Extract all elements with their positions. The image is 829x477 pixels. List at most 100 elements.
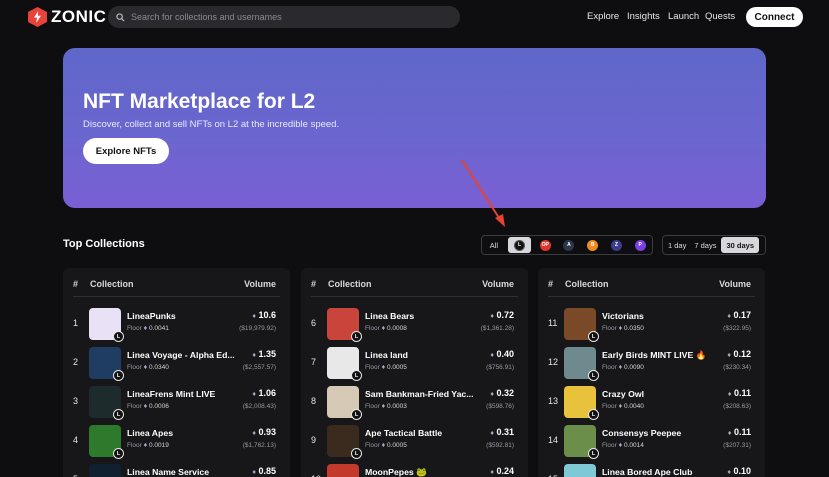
collection-name[interactable]: Linea land: [365, 350, 477, 360]
collection-volume-usd: ($1,762.13): [242, 442, 276, 449]
eth-icon: ♦: [618, 364, 623, 371]
linea-icon: L: [588, 448, 599, 459]
volume-header[interactable]: Volume: [719, 279, 751, 289]
nav-launch[interactable]: Launch: [668, 11, 699, 22]
collection-name[interactable]: Linea Bears: [365, 311, 477, 321]
collection-name[interactable]: Early Birds MINT LIVE 🔥: [602, 350, 714, 361]
collection-rank: 8: [311, 396, 317, 406]
collection-rank: 7: [311, 357, 317, 367]
collection-row[interactable]: 4 L Linea Apes Floor ♦ 0.0019 ♦ 0.93 ($1,762.…: [73, 423, 280, 459]
eth-icon: ♦: [618, 403, 623, 410]
polygon-zkevm-icon: P: [634, 239, 646, 251]
collection-thumbnail[interactable]: [327, 464, 359, 477]
collection-floor: Floor ♦ 0.0041: [127, 325, 169, 332]
chain-filter-linea[interactable]: L: [507, 237, 532, 253]
collection-row[interactable]: 14 L Consensys Peepee Floor ♦ 0.0014 ♦ 0.11 (…: [548, 423, 755, 459]
collection-floor: Floor ♦ 0.0090: [602, 364, 644, 371]
collection-volume: ♦ 10.6: [252, 310, 276, 320]
collection-name[interactable]: Crazy Owl: [602, 389, 714, 399]
collection-rank: 1: [73, 318, 79, 328]
collection-row[interactable]: 1 L LineaPunks Floor ♦ 0.0041 ♦ 10.6 ($19,979…: [73, 306, 280, 342]
chain-filter-all[interactable]: All: [484, 237, 504, 253]
eth-icon: ♦: [381, 442, 386, 449]
collection-row[interactable]: 2 L Linea Voyage - Alpha Ed... Floor ♦ 0.03…: [73, 345, 280, 381]
collection-row[interactable]: 9 L Ape Tactical Battle Floor ♦ 0.0005 ♦ 0.3…: [311, 423, 518, 459]
collection-volume-usd: ($756.91): [486, 364, 514, 371]
collection-name[interactable]: LineaPunks: [127, 311, 239, 321]
collection-volume-usd: ($19,979.92): [239, 325, 276, 332]
nav-insights[interactable]: Insights: [627, 11, 660, 22]
linea-icon: L: [113, 409, 124, 420]
collection-name[interactable]: LineaFrens Mint LIVE: [127, 389, 239, 399]
logo-text: ZONIC: [51, 7, 107, 26]
collection-row[interactable]: 7 L Linea land Floor ♦ 0.0005 ♦ 0.40 ($756.91…: [311, 345, 518, 381]
collection-thumbnail[interactable]: [564, 464, 596, 477]
collection-volume-usd: ($207.31): [723, 442, 751, 449]
collection-name[interactable]: Ape Tactical Battle: [365, 428, 477, 438]
eth-icon: ♦: [618, 325, 623, 332]
collection-volume: ♦ 0.85: [252, 466, 276, 476]
collection-volume-usd: ($2,557.57): [242, 364, 276, 371]
collection-volume: ♦ 0.40: [490, 349, 514, 359]
collection-row[interactable]: 6 L Linea Bears Floor ♦ 0.0008 ♦ 0.72 ($1,361…: [311, 306, 518, 342]
volume-header[interactable]: Volume: [244, 279, 276, 289]
chain-filter-optimism[interactable]: OP: [535, 237, 555, 253]
volume-header[interactable]: Volume: [482, 279, 514, 289]
collection-floor: Floor ♦ 0.0340: [127, 364, 169, 371]
collection-name[interactable]: MoonPepes 🐸: [365, 467, 477, 477]
linea-icon: L: [113, 370, 124, 381]
top-collections-title: Top Collections: [63, 238, 145, 250]
chain-filter-polygon-zkevm[interactable]: P: [630, 237, 650, 253]
linea-icon: L: [588, 409, 599, 420]
period-30-days[interactable]: 30 days: [721, 237, 759, 253]
collection-row[interactable]: 10LMoonPepes 🐸♦ 0.24: [311, 462, 518, 477]
connect-button[interactable]: Connect: [746, 7, 803, 27]
column-header: # Collection Volume: [548, 279, 755, 297]
chain-filter-base[interactable]: B: [583, 237, 603, 253]
period-1-day[interactable]: 1 day: [665, 237, 689, 253]
column-header: # Collection Volume: [73, 279, 280, 297]
search-bar[interactable]: [108, 6, 460, 28]
explore-nfts-button[interactable]: Explore NFTs: [83, 138, 169, 164]
chain-filter-zksync[interactable]: Z: [607, 237, 627, 253]
collection-rank: 13: [548, 396, 559, 406]
collection-thumbnail[interactable]: [89, 464, 121, 477]
eth-icon: ♦: [143, 403, 148, 410]
collection-row[interactable]: 15LLinea Bored Ape Club♦ 0.10: [548, 462, 755, 477]
collection-floor: Floor ♦ 0.0040: [602, 403, 644, 410]
linea-icon: L: [588, 331, 599, 342]
chain-filter-arbitrum[interactable]: A: [559, 237, 579, 253]
collection-row[interactable]: 3 L LineaFrens Mint LIVE Floor ♦ 0.0006 ♦ 1.…: [73, 384, 280, 420]
collection-volume-usd: ($2,008.43): [242, 403, 276, 410]
nav-quests[interactable]: Quests: [705, 11, 735, 22]
nav-explore[interactable]: Explore: [587, 11, 619, 22]
collection-volume: ♦ 0.24: [490, 466, 514, 476]
collection-name[interactable]: Linea Bored Ape Club: [602, 467, 714, 477]
hero-subtitle: Discover, collect and sell NFTs on L2 at…: [83, 119, 340, 130]
collection-volume: ♦ 0.11: [727, 388, 751, 398]
collection-name[interactable]: Victorians: [602, 311, 714, 321]
eth-icon: ♦: [252, 313, 256, 320]
collection-volume: ♦ 0.17: [727, 310, 751, 320]
collection-row[interactable]: 8 L Sam Bankman-Fried Yac... Floor ♦ 0.0003…: [311, 384, 518, 420]
collection-name[interactable]: Linea Voyage - Alpha Ed...: [127, 350, 239, 360]
eth-icon: ♦: [490, 391, 494, 398]
period-7-days[interactable]: 7 days: [691, 237, 719, 253]
collection-row[interactable]: 11 L Victorians Floor ♦ 0.0350 ♦ 0.17 ($322.9…: [548, 306, 755, 342]
collection-row[interactable]: 5LLinea Name Service♦ 0.85: [73, 462, 280, 477]
collection-name[interactable]: Sam Bankman-Fried Yac...: [365, 389, 477, 399]
hero-title: NFT Marketplace for L2: [83, 90, 316, 113]
eth-icon: ♦: [727, 430, 732, 437]
collection-row[interactable]: 12 L Early Birds MINT LIVE 🔥 Floor ♦ 0.0090…: [548, 345, 755, 381]
collection-volume-usd: ($592.81): [486, 442, 514, 449]
collection-name[interactable]: Linea Apes: [127, 428, 239, 438]
eth-icon: ♦: [490, 469, 494, 476]
zonic-logo[interactable]: ZONIC: [28, 7, 106, 27]
collection-name[interactable]: Consensys Peepee: [602, 428, 714, 438]
collection-floor: Floor ♦ 0.0019: [127, 442, 169, 449]
collection-row[interactable]: 13 L Crazy Owl Floor ♦ 0.0040 ♦ 0.11 ($208.63…: [548, 384, 755, 420]
collection-name[interactable]: Linea Name Service: [127, 467, 239, 477]
eth-icon: ♦: [252, 469, 256, 476]
search-input[interactable]: [131, 12, 451, 22]
linea-icon: L: [588, 370, 599, 381]
